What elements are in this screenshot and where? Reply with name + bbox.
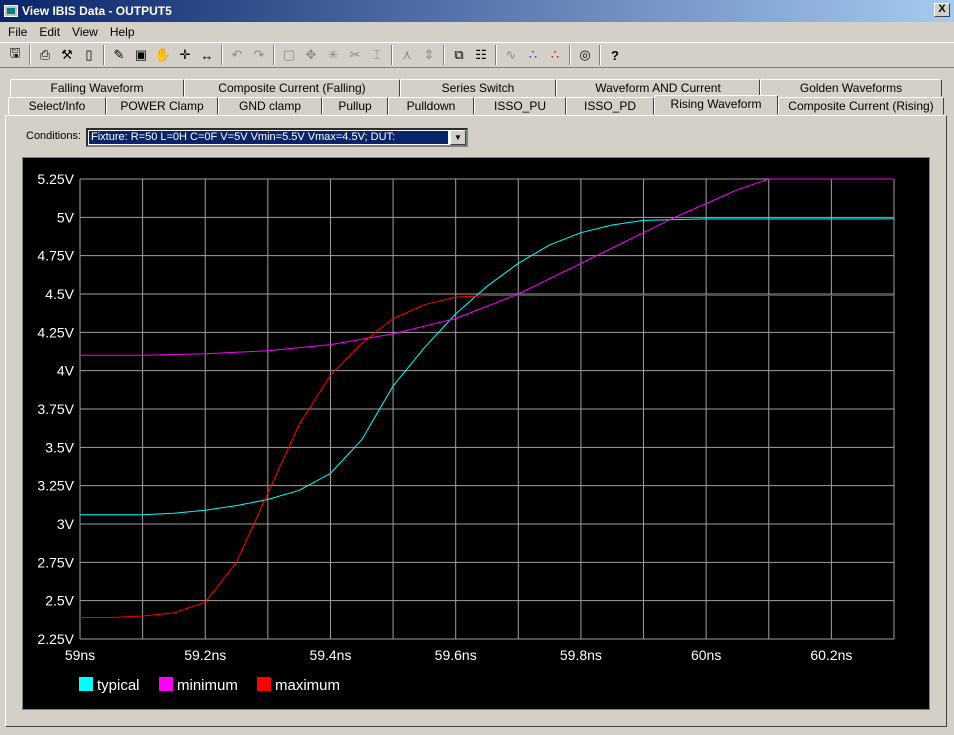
tab-series-switch[interactable]: Series Switch <box>400 79 556 97</box>
tab-composite-current-rising[interactable]: Composite Current (Rising) <box>778 97 944 115</box>
toolbar-separator <box>103 45 105 65</box>
title-bar: View IBIS Data - OUTPUT5 X <box>0 0 954 22</box>
tab-gnd-clamp[interactable]: GND clamp <box>218 97 322 115</box>
toolbar-separator <box>443 45 445 65</box>
y-tick-label: 5V <box>57 209 75 225</box>
y-tick-label: 4.5V <box>45 286 74 302</box>
y-tick-label: 3.75V <box>37 401 74 417</box>
undo-icon[interactable]: ↶ <box>226 44 248 66</box>
y-tick-label: 2.5V <box>45 593 74 609</box>
series-line-minimum <box>80 178 894 356</box>
menu-view[interactable]: View <box>66 25 104 39</box>
tab-rising-waveform[interactable]: Rising Waveform <box>654 95 778 115</box>
chart-series <box>80 178 894 618</box>
menu-edit[interactable]: Edit <box>33 25 66 39</box>
toolbar-separator <box>273 45 275 65</box>
legend-label-maximum: maximum <box>275 677 340 694</box>
series-line-maximum <box>80 295 894 618</box>
hand-pan-icon[interactable]: ✋ <box>152 44 174 66</box>
hammer-icon[interactable]: ⚒ <box>56 44 78 66</box>
chart-svg: 5.25V 5V 4.75V 4.5V 4.25V 4V 3.75V 3.5V 3.25V 3V 2… <box>37 171 895 694</box>
x-tick-label: 59ns <box>65 647 95 663</box>
zoom-in-out-icon[interactable]: ↔ <box>196 44 218 66</box>
y-tick-label: 3.25V <box>37 478 74 494</box>
x-tick-label: 59.2ns <box>184 647 226 663</box>
scissors-icon[interactable]: ✂ <box>344 44 366 66</box>
zoom-box-icon[interactable]: ▣ <box>130 44 152 66</box>
grid-icon[interactable]: ☷ <box>470 44 492 66</box>
save-icon[interactable]: 🖫 <box>4 44 26 66</box>
square-icon[interactable]: ▢ <box>278 44 300 66</box>
x-tick-label: 59.6ns <box>435 647 477 663</box>
y-tick-label: 4V <box>57 363 75 379</box>
y-axis-labels: 5.25V 5V 4.75V 4.5V 4.25V 4V 3.75V 3.5V 3.25V 3V 2… <box>37 171 74 647</box>
x-tick-label: 59.4ns <box>309 647 351 663</box>
app-icon <box>4 5 18 17</box>
tab-composite-current-falling[interactable]: Composite Current (Falling) <box>184 79 400 97</box>
dots-red-icon[interactable]: ∴ <box>544 44 566 66</box>
legend-swatch-maximum <box>257 677 271 691</box>
y-tick-label: 5.25V <box>37 171 74 187</box>
y-tick-label: 2.75V <box>37 554 74 570</box>
y-tick-label: 3V <box>57 516 75 532</box>
waveform-chart: 5.25V 5V 4.75V 4.5V 4.25V 4V 3.75V 3.5V 3.25V 3V 2… <box>22 157 930 710</box>
y-tick-label: 4.25V <box>37 324 74 340</box>
tab-isso-pd[interactable]: ISSO_PD <box>566 97 654 115</box>
conditions-label: Conditions: <box>26 130 82 142</box>
window-title: View IBIS Data - OUTPUT5 <box>22 4 172 18</box>
legend-label-minimum: minimum <box>177 677 238 694</box>
legend-swatch-typical <box>79 677 93 691</box>
menu-file[interactable]: File <box>2 25 33 39</box>
conditions-dropdown[interactable]: Fixture: R=50 L=0H C=0F V=5V Vmin=5.5V V… <box>86 128 468 147</box>
angle-icon[interactable]: ⋏ <box>396 44 418 66</box>
y-tick-label: 2.25V <box>37 631 74 647</box>
toolbar-separator <box>495 45 497 65</box>
page-icon[interactable]: ▯ <box>78 44 100 66</box>
tab-pulldown[interactable]: Pulldown <box>388 97 474 115</box>
conditions-selected-value: Fixture: R=50 L=0H C=0F V=5V Vmin=5.5V V… <box>89 131 448 144</box>
fit-icon[interactable]: ⧉ <box>448 44 470 66</box>
x-tick-label: 60.2ns <box>810 647 852 663</box>
chevron-down-icon[interactable]: ▼ <box>450 130 466 145</box>
tab-falling-waveform[interactable]: Falling Waveform <box>10 79 184 97</box>
print-icon[interactable]: ⎙ <box>34 44 56 66</box>
tab-isso-pu[interactable]: ISSO_PU <box>474 97 566 115</box>
toolbar-separator <box>391 45 393 65</box>
move-icon[interactable]: ✥ <box>300 44 322 66</box>
pencil-icon[interactable]: ✎ <box>108 44 130 66</box>
vertical-arrows-icon[interactable]: ⇕ <box>418 44 440 66</box>
menu-help[interactable]: Help <box>104 25 141 39</box>
help-icon[interactable]: ? <box>604 44 626 66</box>
legend-label-typical: typical <box>97 677 140 694</box>
series-line-typical <box>80 218 894 516</box>
cursor-text-icon[interactable]: ⌶ <box>366 44 388 66</box>
x-tick-label: 59.8ns <box>560 647 602 663</box>
toolbar-separator <box>569 45 571 65</box>
toolbar-separator <box>221 45 223 65</box>
menu-bar: File Edit View Help <box>0 22 954 41</box>
close-button[interactable]: X <box>934 3 950 17</box>
crosshair-icon[interactable]: ✛ <box>174 44 196 66</box>
curve-icon[interactable]: ∿ <box>500 44 522 66</box>
x-tick-label: 60ns <box>691 647 721 663</box>
redo-icon[interactable]: ↷ <box>248 44 270 66</box>
tab-golden-waveforms[interactable]: Golden Waveforms <box>760 79 942 97</box>
tab-power-clamp[interactable]: POWER Clamp <box>106 97 218 115</box>
toolbar: 🖫 ⎙ ⚒ ▯ ✎ ▣ ✋ ✛ ↔ ↶ ↷ ▢ ✥ ✳ ✂ ⌶ ⋏ ⇕ ⧉ ☷ … <box>0 42 954 68</box>
tab-pullup[interactable]: Pullup <box>322 97 388 115</box>
dots-blue-icon[interactable]: ∴ <box>522 44 544 66</box>
toolbar-separator <box>599 45 601 65</box>
chart-legend: typical minimum maximum <box>79 677 340 694</box>
globe-icon[interactable]: ◎ <box>574 44 596 66</box>
tab-select-info[interactable]: Select/Info <box>8 97 106 115</box>
y-tick-label: 3.5V <box>45 439 74 455</box>
legend-swatch-minimum <box>159 677 173 691</box>
x-axis-labels: 59ns 59.2ns 59.4ns 59.6ns 59.8ns 60ns 60.2ns <box>65 647 853 663</box>
y-tick-label: 4.75V <box>37 248 74 264</box>
star-icon[interactable]: ✳ <box>322 44 344 66</box>
chart-grid <box>79 178 895 640</box>
toolbar-separator <box>29 45 31 65</box>
